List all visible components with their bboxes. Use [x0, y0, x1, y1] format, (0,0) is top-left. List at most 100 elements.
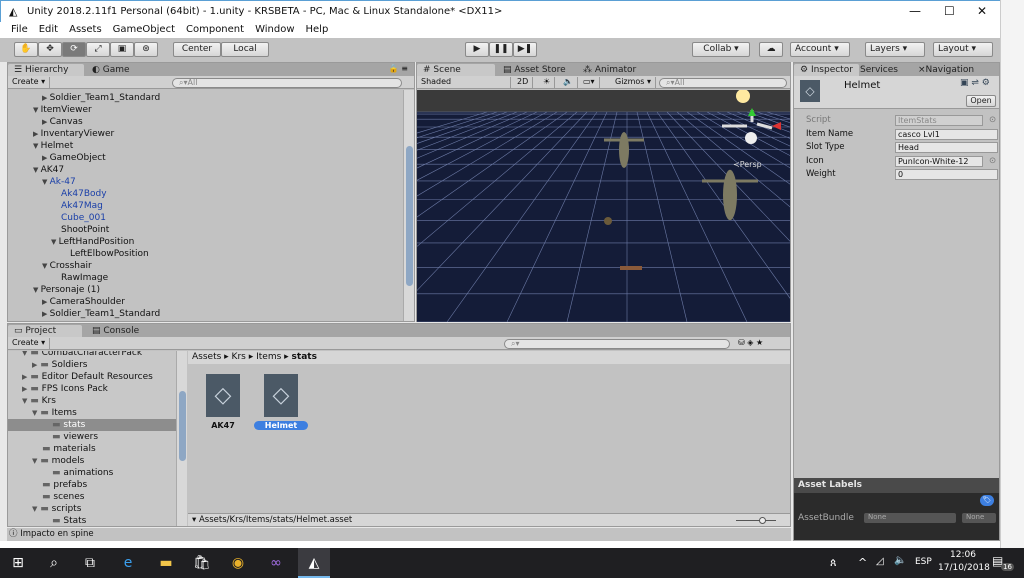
hierarchy-item[interactable]: ▼ Personaje (1): [33, 284, 100, 296]
edge-icon[interactable]: e: [118, 554, 138, 572]
tab-project[interactable]: ▭ Project: [8, 325, 82, 337]
account-dropdown[interactable]: Account ▾: [790, 42, 850, 57]
breadcrumb-item[interactable]: Krs: [232, 352, 246, 362]
project-folder[interactable]: ▬ viewers: [8, 431, 176, 443]
effects-dropdown-icon[interactable]: ▭▾: [579, 77, 600, 88]
layers-dropdown[interactable]: Layers ▾: [865, 42, 925, 57]
hierarchy-item[interactable]: Ak47Body: [51, 188, 107, 200]
hierarchy-scrollbar[interactable]: [403, 90, 414, 321]
tab-services[interactable]: Services: [854, 64, 904, 76]
project-folder[interactable]: ▬ scenes: [8, 491, 176, 503]
project-folder[interactable]: ▬ prefabs: [8, 479, 176, 491]
ak47-object[interactable]: [620, 266, 642, 270]
helmet-object[interactable]: [604, 217, 612, 225]
hierarchy-item[interactable]: ▶ GameObject: [42, 152, 106, 164]
scene-search[interactable]: ⌕▾All: [659, 78, 787, 88]
project-folder[interactable]: ▶ ▬ Editor Default Resources: [8, 371, 176, 383]
audio-toggle-icon[interactable]: 🔈: [559, 77, 578, 88]
hierarchy-item[interactable]: ▶ Canvas: [42, 116, 83, 128]
collapse-arrow-icon[interactable]: ▶: [42, 310, 50, 318]
tray-expand-icon[interactable]: ^: [858, 556, 867, 569]
hierarchy-item[interactable]: ▶ Soldier_Team1_Standard: [42, 92, 160, 104]
expand-arrow-icon[interactable]: ▼: [42, 262, 50, 270]
expand-arrow-icon[interactable]: ▼: [33, 106, 41, 114]
file-explorer-icon[interactable]: ▬: [156, 554, 176, 572]
project-folder[interactable]: ▶ ▬ Soldiers: [8, 359, 176, 371]
hierarchy-item[interactable]: ShootPoint: [51, 224, 109, 236]
step-button[interactable]: ▶❚: [513, 42, 537, 57]
character-model[interactable]: [723, 169, 737, 221]
layout-dropdown[interactable]: Layout ▾: [933, 42, 993, 57]
label-tag-icon[interactable]: 🏷: [980, 495, 994, 506]
hierarchy-item[interactable]: ▶ Soldier_Team1_Standard: [42, 308, 160, 320]
collapse-arrow-icon[interactable]: ▶: [33, 130, 41, 138]
expand-arrow-icon[interactable]: ▼: [51, 238, 59, 246]
tab-inspector[interactable]: ⚙ Inspector: [794, 64, 859, 76]
move-tool-button[interactable]: ✥: [38, 42, 62, 57]
project-folder[interactable]: ▬ animations: [8, 467, 176, 479]
menu-assets[interactable]: Assets: [69, 22, 102, 38]
menu-gameobject[interactable]: GameObject: [113, 22, 175, 38]
scroll-thumb[interactable]: [179, 391, 186, 461]
project-folder[interactable]: ▼ ▬ Krs: [8, 395, 176, 407]
clock-date[interactable]: 17/10/2018: [938, 563, 990, 573]
shading-dropdown[interactable]: Shaded: [417, 77, 511, 88]
menu-edit[interactable]: Edit: [39, 22, 58, 38]
2d-toggle[interactable]: 2D: [513, 77, 534, 88]
lock-icon[interactable]: 🔒 ≡: [389, 64, 408, 73]
minimize-button[interactable]: —: [909, 4, 921, 18]
chrome-icon[interactable]: ◉: [228, 554, 248, 572]
project-folder[interactable]: ▬ stats: [8, 419, 176, 431]
expand-arrow-icon[interactable]: ▼: [33, 166, 41, 174]
language-indicator[interactable]: ESP: [915, 557, 932, 567]
tab-console[interactable]: ▤ Console: [86, 325, 145, 337]
hierarchy-item[interactable]: ▶ InventaryViewer: [33, 128, 114, 140]
asset-variant-dropdown[interactable]: None: [962, 513, 996, 523]
scene-viewport[interactable]: [417, 90, 790, 322]
lighting-toggle-icon[interactable]: ☀: [539, 77, 556, 88]
create-button[interactable]: Create ▾: [8, 77, 51, 88]
network-icon[interactable]: ◿: [876, 556, 884, 567]
store-icon[interactable]: 🛍: [192, 554, 212, 572]
project-tree-scrollbar[interactable]: [176, 351, 187, 526]
help-icon[interactable]: ▣ ⇌ ⚙: [960, 78, 990, 88]
tab-navigation[interactable]: ×Navigation: [912, 64, 980, 76]
volume-icon[interactable]: 🔈: [894, 555, 906, 566]
project-folder[interactable]: ▼ ▬ scripts: [8, 503, 176, 515]
field-value[interactable]: PunIcon-White-12: [895, 155, 983, 167]
people-icon[interactable]: ጰ: [830, 556, 837, 570]
create-button[interactable]: Create ▾: [8, 338, 51, 349]
clock-time[interactable]: 12:06: [950, 550, 976, 560]
project-folder[interactable]: ▼ ▬ CombatCharacterPack: [8, 351, 176, 359]
tab-animator[interactable]: ⁂ Animator: [577, 64, 642, 76]
hierarchy-item[interactable]: Cube_001: [51, 212, 106, 224]
collapse-arrow-icon[interactable]: ▶: [42, 154, 50, 162]
project-folder[interactable]: ▼ ▬ Items: [8, 407, 176, 419]
slider-handle[interactable]: [759, 517, 766, 524]
hierarchy-search[interactable]: ⌕▾All: [172, 78, 402, 88]
project-folder[interactable]: ▬ Stats: [8, 515, 176, 526]
pause-button[interactable]: ❚❚: [489, 42, 513, 57]
menu-help[interactable]: Help: [306, 22, 329, 38]
task-view-icon[interactable]: ⧉: [80, 554, 100, 572]
maximize-button[interactable]: ☐: [944, 4, 955, 18]
collapse-arrow-icon[interactable]: ▶: [42, 298, 50, 306]
menu-window[interactable]: Window: [255, 22, 294, 38]
asset-label[interactable]: Helmet: [254, 421, 308, 430]
field-value[interactable]: Head: [895, 142, 998, 153]
tab-hierarchy[interactable]: ☰ Hierarchy: [8, 64, 84, 76]
hierarchy-item[interactable]: ▼ LeftHandPosition: [51, 236, 134, 248]
field-value[interactable]: casco Lvl1: [895, 128, 998, 140]
tab-game[interactable]: ◐ Game: [86, 64, 136, 76]
project-search[interactable]: ⌕▾: [504, 339, 730, 349]
scale-tool-button[interactable]: ⤢: [86, 42, 110, 57]
hierarchy-item[interactable]: Ak47Mag: [51, 200, 103, 212]
asset-bundle-dropdown[interactable]: None: [864, 513, 956, 523]
rotate-tool-button[interactable]: ⟳: [62, 42, 86, 57]
tab-scene[interactable]: # Scene: [417, 64, 495, 76]
search-icon[interactable]: ⌕: [44, 554, 64, 572]
collapse-arrow-icon[interactable]: ▶: [42, 94, 50, 102]
play-button[interactable]: ▶: [465, 42, 489, 57]
hierarchy-item[interactable]: ▼ Ak-47: [42, 176, 76, 188]
unity-taskbar-icon[interactable]: ◭: [298, 548, 330, 578]
